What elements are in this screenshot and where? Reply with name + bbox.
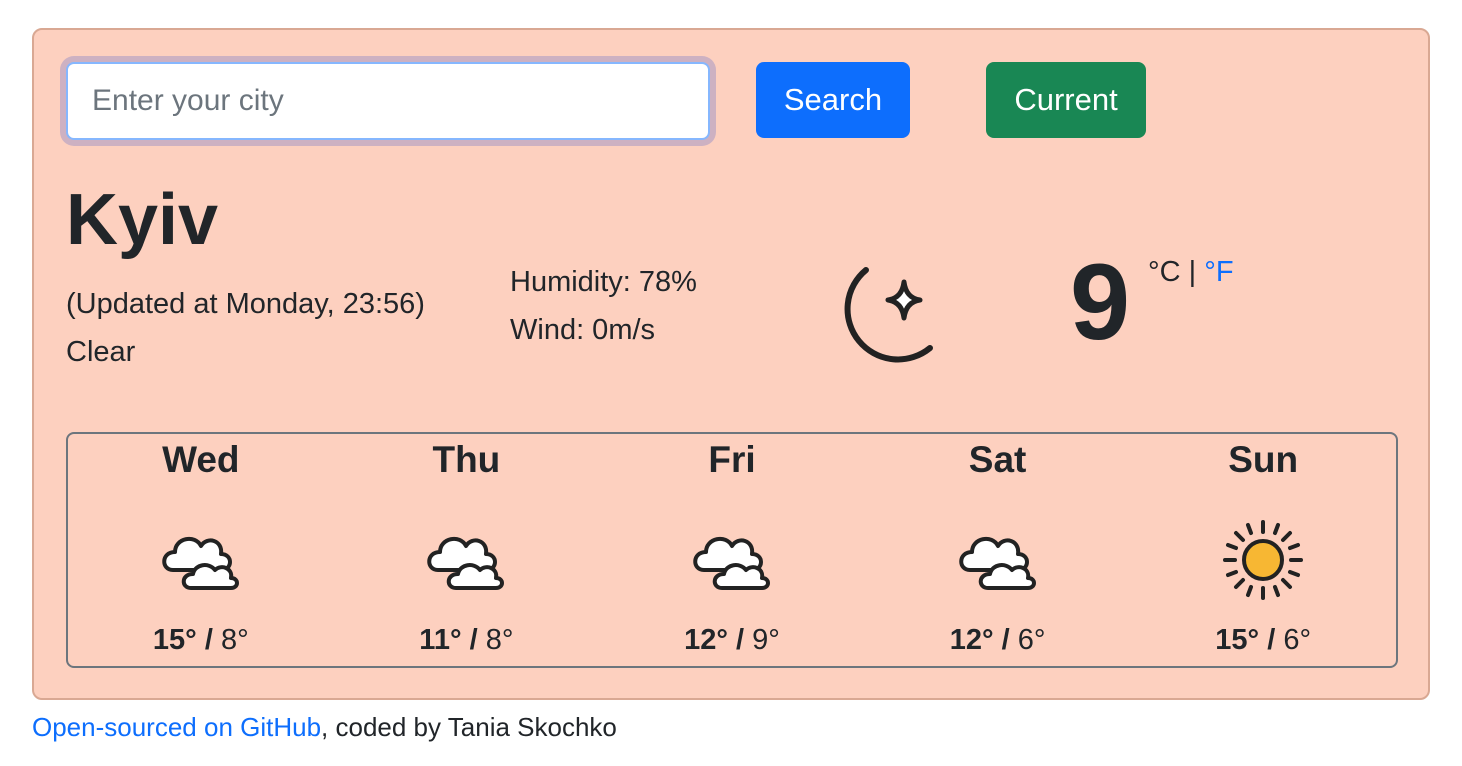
temp-separator: / <box>736 624 745 656</box>
sun-icon <box>1223 520 1304 600</box>
forecast-temps: 11° / 8° <box>334 622 600 658</box>
footer-credit: , coded by Tania Skochko <box>321 712 617 742</box>
weather-description: Clear <box>66 336 136 368</box>
forecast-temps: 15° / 6° <box>1130 622 1396 658</box>
weather-card: Search Current Kyiv (Updated at Monday, … <box>32 28 1430 700</box>
moon-clear-night-icon <box>844 267 933 363</box>
updated-time: (Updated at Monday, 23:56) <box>66 288 425 320</box>
forecast-min-temp: 8° <box>485 624 514 656</box>
forecast-panel: Wed 15° / 8° Thu 11° / 8° Fri 12° / 9° S… <box>66 432 1398 668</box>
search-button[interactable]: Search <box>756 62 910 138</box>
cloudy-icon <box>693 536 770 590</box>
unit-separator: | <box>1188 256 1197 288</box>
forecast-max-temp: 15° <box>152 624 197 656</box>
celsius-unit[interactable]: °C <box>1148 256 1181 288</box>
temp-separator: / <box>1001 624 1010 656</box>
city-name: Kyiv <box>66 180 219 260</box>
temp-separator: / <box>204 624 213 656</box>
cloudy-icon <box>162 536 239 590</box>
humidity-text: Humidity: 78% <box>510 266 697 298</box>
forecast-day-name: Sat <box>968 439 1027 480</box>
forecast-max-temp: 11° <box>419 624 462 656</box>
forecast-min-temp: 8° <box>220 624 249 656</box>
forecast-max-temp: 12° <box>684 624 728 656</box>
cloudy-icon <box>958 536 1036 590</box>
wind-text: Wind: 0m/s <box>510 314 656 346</box>
forecast-day: Thu 11° / 8° <box>334 434 600 666</box>
footer: Open-sourced on GitHub, coded by Tania S… <box>32 710 617 744</box>
forecast-day-name: Wed <box>162 439 240 480</box>
current-temperature: 9 <box>1070 241 1131 362</box>
forecast-temps: 15° / 8° <box>68 622 334 658</box>
city-search-input[interactable] <box>66 62 710 140</box>
forecast-max-temp: 15° <box>1215 624 1260 656</box>
forecast-day-name: Thu <box>432 439 501 480</box>
forecast-min-temp: 6° <box>1283 624 1312 656</box>
forecast-day: Sun 15° / 6° <box>1130 434 1396 666</box>
unit-toggle: °C | °F <box>1148 254 1234 290</box>
forecast-temps: 12° / 9° <box>599 622 865 658</box>
cloudy-icon <box>427 536 505 590</box>
forecast-day: Fri 12° / 9° <box>599 434 865 666</box>
github-link[interactable]: Open-sourced on GitHub <box>32 712 321 742</box>
fahrenheit-link[interactable]: °F <box>1204 256 1233 288</box>
current-location-button[interactable]: Current <box>986 62 1146 138</box>
forecast-day: Wed 15° / 8° <box>68 434 334 666</box>
forecast-day-name: Sun <box>1228 439 1299 480</box>
forecast-min-temp: 9° <box>752 624 780 656</box>
forecast-max-temp: 12° <box>949 624 994 656</box>
forecast-temps: 12° / 6° <box>865 622 1131 658</box>
temp-separator: / <box>469 624 478 656</box>
forecast-day: Sat 12° / 6° <box>865 434 1131 666</box>
forecast-day-name: Fri <box>708 439 756 480</box>
forecast-min-temp: 6° <box>1017 624 1046 656</box>
temp-separator: / <box>1267 624 1276 656</box>
